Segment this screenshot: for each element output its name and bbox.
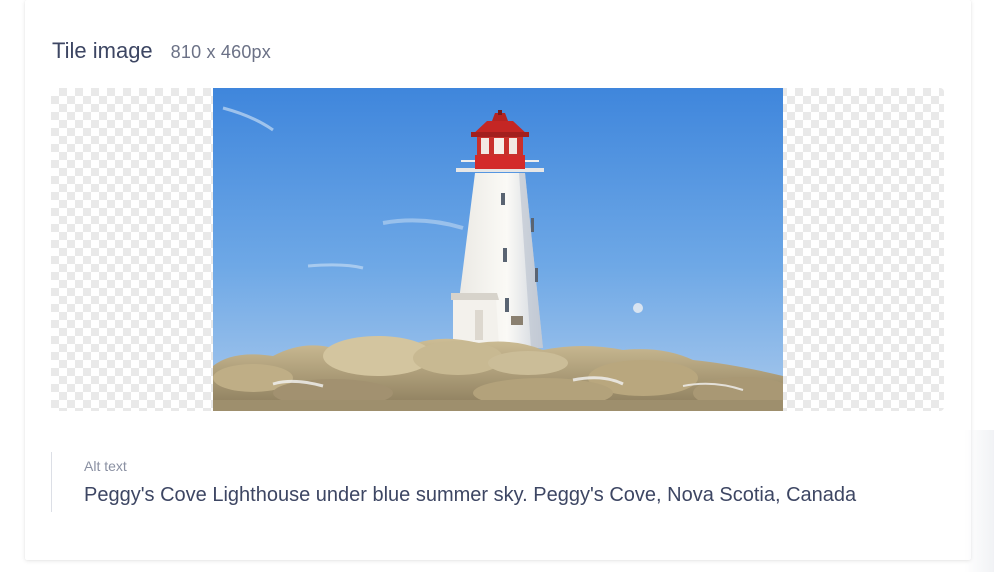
tile-header: Tile image 810 x 460px xyxy=(52,38,271,64)
alt-text-value[interactable]: Peggy's Cove Lighthouse under blue summe… xyxy=(84,484,946,507)
tile-dimensions: 810 x 460px xyxy=(170,42,271,62)
lighthouse-photo xyxy=(213,88,783,411)
tile-image-card: Tile image 810 x 460px Alt text Peggy's … xyxy=(25,0,971,560)
alt-text-field[interactable]: Alt text Peggy's Cove Lighthouse under b… xyxy=(51,452,947,512)
alt-text-label: Alt text xyxy=(84,458,127,474)
tile-title: Tile image xyxy=(52,38,153,63)
edge-shadow xyxy=(964,430,994,572)
image-preview[interactable] xyxy=(51,88,944,411)
